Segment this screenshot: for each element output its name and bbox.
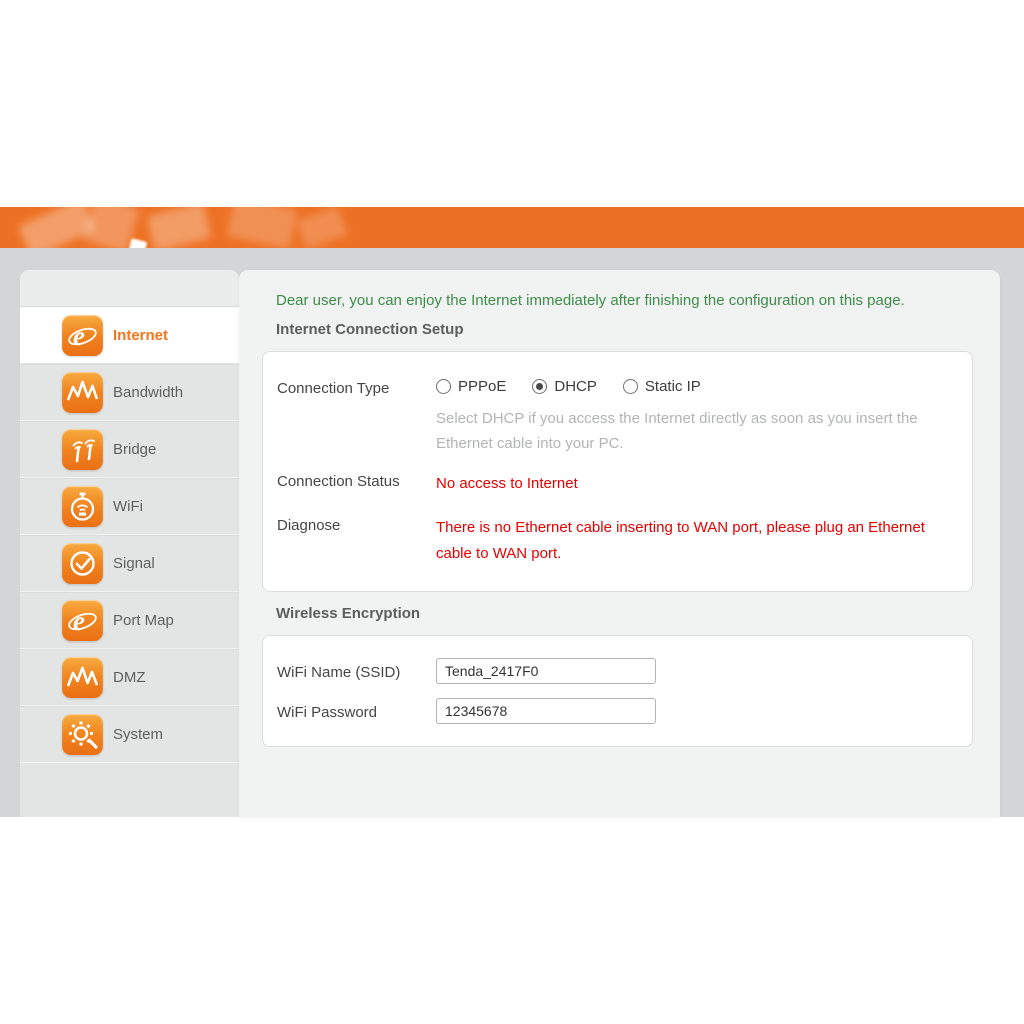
radio-static-ip[interactable]: Static IP xyxy=(623,378,701,395)
sidebar-item-label: DMZ xyxy=(113,669,146,686)
connection-type-label: Connection Type xyxy=(277,378,436,397)
content-area: e Internet Bandwidth xyxy=(0,248,1024,817)
connection-type-radio-group: PPPoE DHCP Static IP xyxy=(436,378,701,395)
internet-setup-heading: Internet Connection Setup xyxy=(276,321,1000,338)
radio-circle-icon[interactable] xyxy=(532,379,547,394)
dmz-graph-icon xyxy=(62,657,103,698)
sidebar-item-signal[interactable]: Signal xyxy=(20,535,239,592)
wifi-password-label: WiFi Password xyxy=(277,702,436,721)
internet-explorer-icon: e xyxy=(62,315,103,356)
dhcp-hint-text: Select DHCP if you access the Internet d… xyxy=(436,406,928,456)
ssid-label: WiFi Name (SSID) xyxy=(277,662,436,681)
wifi-password-row: WiFi Password xyxy=(277,698,952,724)
connection-status-label: Connection Status xyxy=(277,471,436,490)
signal-check-icon xyxy=(62,543,103,584)
sidebar-item-internet[interactable]: e Internet xyxy=(20,307,239,364)
blurred-logo-smudge xyxy=(129,238,147,248)
sidebar-item-bridge[interactable]: Bridge xyxy=(20,421,239,478)
header-bar xyxy=(0,207,1024,248)
wifi-password-input[interactable] xyxy=(436,698,656,724)
connection-type-row: Connection Type PPPoE DHCP Static IP xyxy=(277,378,952,397)
sidebar-item-label: WiFi xyxy=(113,498,143,515)
main-panel: Dear user, you can enjoy the Internet im… xyxy=(239,270,1000,817)
radio-label: DHCP xyxy=(554,378,597,395)
sidebar-item-label: System xyxy=(113,726,163,743)
radio-pppoe[interactable]: PPPoE xyxy=(436,378,506,395)
radio-circle-icon[interactable] xyxy=(436,379,451,394)
sidebar-item-dmz[interactable]: DMZ xyxy=(20,649,239,706)
sidebar-item-port-map[interactable]: e Port Map xyxy=(20,592,239,649)
radio-circle-icon[interactable] xyxy=(623,379,638,394)
blurred-logo-smudge xyxy=(296,207,348,248)
blurred-logo-smudge xyxy=(227,207,298,248)
sidebar-item-bandwidth[interactable]: Bandwidth xyxy=(20,364,239,421)
port-map-icon: e xyxy=(62,600,103,641)
blurred-logo-smudge xyxy=(147,207,212,248)
sidebar-item-system[interactable]: System xyxy=(20,706,239,763)
connection-status-value: No access to Internet xyxy=(436,471,578,497)
bridge-antenna-icon xyxy=(62,429,103,470)
ssid-row: WiFi Name (SSID) xyxy=(277,658,952,684)
sidebar-item-label: Port Map xyxy=(113,612,174,629)
svg-text:e: e xyxy=(73,321,85,351)
internet-setup-card: Connection Type PPPoE DHCP Static IP xyxy=(262,351,973,592)
sidebar-item-label: Internet xyxy=(113,327,168,344)
sidebar-item-label: Signal xyxy=(113,555,155,572)
sidebar-header xyxy=(20,270,239,307)
welcome-message: Dear user, you can enjoy the Internet im… xyxy=(276,292,970,309)
svg-text:e: e xyxy=(73,606,85,636)
ssid-input[interactable] xyxy=(436,658,656,684)
connection-status-row: Connection Status No access to Internet xyxy=(277,471,952,497)
system-gear-icon xyxy=(62,714,103,755)
page: e Internet Bandwidth xyxy=(0,0,1024,1024)
diagnose-label: Diagnose xyxy=(277,515,436,534)
wifi-timer-icon xyxy=(62,486,103,527)
radio-label: Static IP xyxy=(645,378,701,395)
sidebar-item-label: Bandwidth xyxy=(113,384,183,401)
sidebar-nav: e Internet Bandwidth xyxy=(20,270,239,817)
wireless-encryption-heading: Wireless Encryption xyxy=(276,605,1000,622)
radio-dhcp[interactable]: DHCP xyxy=(532,378,597,395)
diagnose-value: There is no Ethernet cable inserting to … xyxy=(436,515,941,567)
sidebar-item-wifi[interactable]: WiFi xyxy=(20,478,239,535)
radio-label: PPPoE xyxy=(458,378,506,395)
wireless-encryption-card: WiFi Name (SSID) WiFi Password xyxy=(262,635,973,747)
bandwidth-graph-icon xyxy=(62,372,103,413)
sidebar-item-label: Bridge xyxy=(113,441,156,458)
blurred-logo-smudge xyxy=(18,207,96,248)
diagnose-row: Diagnose There is no Ethernet cable inse… xyxy=(277,515,952,567)
